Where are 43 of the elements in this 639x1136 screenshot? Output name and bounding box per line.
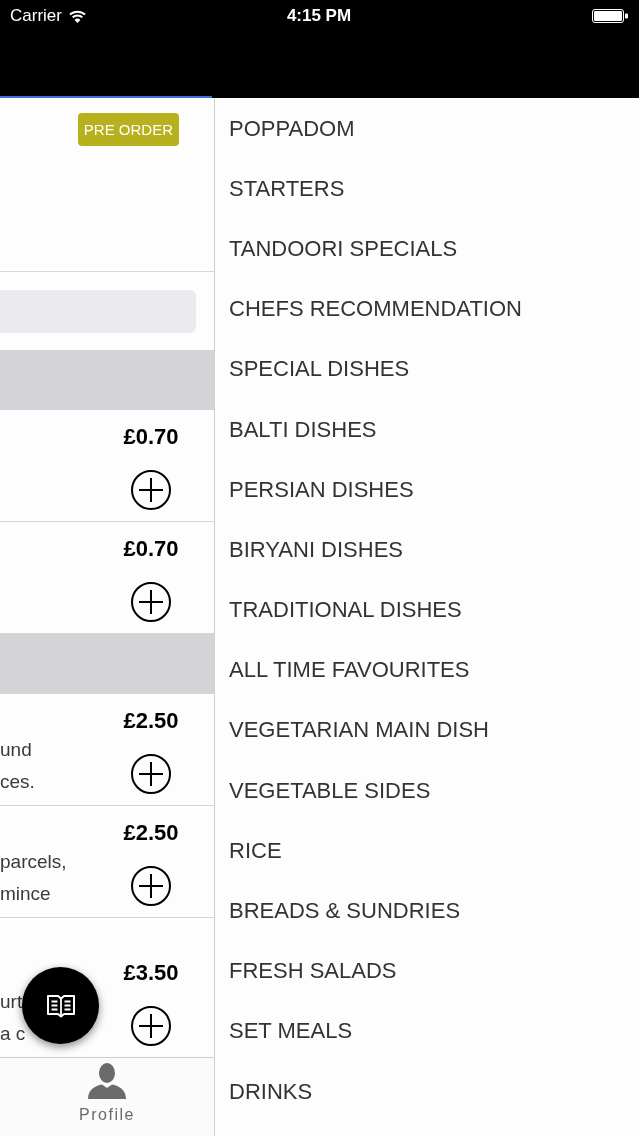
dish-price: £3.50 — [123, 962, 179, 984]
dish-price: £2.50 — [123, 822, 179, 844]
add-button[interactable] — [131, 582, 171, 622]
profile-tab[interactable]: Profile — [73, 1058, 141, 1125]
category-menu-item[interactable]: SET MEALS — [215, 1000, 639, 1061]
book-icon — [46, 993, 75, 1018]
category-menu-item[interactable]: VEGETABLE SIDES — [215, 760, 639, 821]
category-menu-item[interactable]: VEGETARIAN MAIN DISH — [215, 699, 639, 761]
person-icon — [88, 1063, 126, 1099]
plus-circle-icon — [131, 582, 171, 622]
category-menu-item[interactable]: RICE — [215, 820, 639, 881]
status-time: 4:15 PM — [286, 5, 352, 28]
add-button[interactable] — [131, 754, 171, 794]
dish-price: £2.50 — [123, 710, 179, 732]
dish-description: urt a c — [0, 990, 26, 1046]
plus-circle-icon — [131, 754, 171, 794]
category-menu-item[interactable]: SPECIAL DISHES — [215, 338, 639, 399]
dish-description: und ces. — [0, 738, 35, 794]
category-menu-item[interactable]: PERSIAN DISHES — [215, 459, 639, 520]
category-menu-item[interactable]: BALTI DISHES — [215, 398, 639, 460]
pre-order-badge: PRE ORDER — [77, 113, 179, 146]
dish-price: £0.70 — [123, 426, 179, 448]
add-button[interactable] — [131, 866, 171, 906]
category-menu-item[interactable]: POPPADOM — [215, 98, 639, 159]
add-button[interactable] — [131, 470, 171, 510]
category-menu-item[interactable]: STARTERS — [215, 158, 639, 219]
category-menu-item[interactable]: FRESH SALADS — [215, 940, 639, 1001]
category-menu-item[interactable]: TANDOORI SPECIALS — [215, 218, 639, 279]
battery-icon — [592, 9, 628, 23]
plus-circle-icon — [131, 470, 171, 510]
category-menu-item[interactable]: BREADS & SUNDRIES — [215, 880, 639, 941]
wifi-icon — [68, 9, 86, 23]
dish-price: £0.70 — [123, 538, 179, 560]
dish-description: parcels, mince — [0, 850, 67, 906]
add-button[interactable] — [131, 1006, 171, 1046]
category-menu-item[interactable]: ALL TIME FAVOURITES — [215, 639, 639, 700]
plus-circle-icon — [131, 1006, 171, 1046]
category-menu-item[interactable]: TRADITIONAL DISHES — [215, 579, 639, 640]
category-menu-item[interactable]: DRINKS — [215, 1061, 639, 1122]
carrier-name: Carrier — [10, 5, 62, 28]
category-menu-item[interactable]: BIRYANI DISHES — [215, 519, 639, 580]
plus-circle-icon — [131, 866, 171, 906]
category-menu-item[interactable]: CHEFS RECOMMENDATION — [215, 278, 639, 339]
